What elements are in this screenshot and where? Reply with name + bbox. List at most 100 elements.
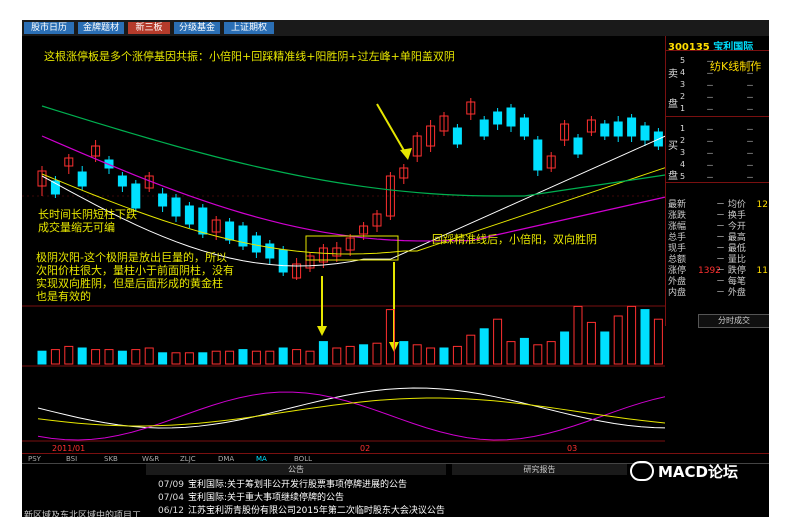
stat-cell: 12 — [756, 200, 768, 210]
volume-bar-up — [493, 318, 503, 365]
tab-calendar[interactable]: 股市日历 — [24, 22, 74, 34]
candle-down — [171, 197, 181, 217]
volume-bar-down — [479, 328, 489, 365]
stat-cell: 总手 — [668, 233, 687, 243]
candle-down — [158, 193, 168, 207]
candle-down — [278, 249, 288, 273]
orderbook-value: － — [706, 81, 714, 90]
candle-down — [533, 139, 543, 171]
orderbook-level: 2 — [680, 92, 686, 101]
orderbook-value: － — [746, 137, 754, 146]
volume-bar-up — [506, 341, 516, 365]
volume-bar-up — [64, 345, 74, 365]
date-label: 03 — [567, 444, 577, 453]
tab-theme[interactable]: 金牌题材 — [78, 22, 124, 34]
news-item[interactable]: 07/04 宝利国际:关于重大事项继续停牌的公告 — [158, 490, 344, 503]
candle-down — [479, 119, 489, 137]
candle-down — [77, 171, 87, 187]
stat-cell: － 最高 — [716, 233, 746, 243]
annotation-note2-line2: 次阳价柱很大，量柱小于前面阴柱，没有 — [36, 264, 234, 277]
volume-bar-up — [50, 349, 60, 365]
volume-bar-down — [117, 350, 127, 365]
volume-bar-up — [211, 350, 221, 365]
orderbook-value: － — [706, 57, 714, 66]
buy-label: 买盘 — [668, 141, 678, 182]
macd-line — [37, 391, 665, 441]
candle-down — [493, 111, 503, 125]
news-header-announcements[interactable]: 公告 — [146, 464, 446, 475]
stat-cell: － 换手 — [716, 211, 746, 221]
candle-down — [573, 137, 583, 155]
tab-options[interactable]: 上证期权 — [224, 22, 274, 34]
arrow-head — [400, 148, 412, 160]
news-header-research[interactable]: 研究报告 — [452, 464, 627, 475]
stat-cell: － 最低 — [716, 244, 746, 254]
quote-panel: 300135 宝利国际 纺K线制作 卖盘 5 －－ 4 －－ 3 －－ 2 －－ 1 －－ 1 －－ 2… — [665, 36, 769, 328]
volume-bar-down — [519, 337, 529, 365]
orderbook-level: 4 — [680, 68, 686, 77]
orderbook-value: － — [706, 161, 714, 170]
volume-bar-down — [399, 341, 409, 365]
orderbook-value: － — [746, 149, 754, 158]
volume-bar-down — [359, 344, 369, 365]
orderbook-level: 1 — [680, 124, 686, 133]
orderbook-value: － — [746, 93, 754, 102]
annotation-arrow — [376, 103, 407, 155]
volume-bar-up — [144, 347, 154, 365]
volume-bar-up — [533, 344, 543, 365]
stat-cell: 内盘 — [668, 288, 687, 298]
volume-bar-up — [292, 349, 302, 365]
stat-cell: 涨停 — [668, 266, 687, 276]
orderbook-level: 3 — [680, 148, 686, 157]
tab-new-third-board[interactable]: 新三板 — [128, 22, 170, 34]
candle-down — [265, 243, 275, 259]
candle-down — [131, 183, 141, 209]
candle-down — [519, 117, 529, 137]
volume-bar-up — [372, 342, 382, 365]
volume-bar-down — [560, 331, 570, 365]
orderbook-value: － — [746, 69, 754, 78]
volume-bar-down — [318, 341, 328, 365]
candle-down — [613, 121, 623, 137]
volume-bar-up — [91, 349, 101, 365]
volume-bar-up — [225, 350, 235, 365]
annotation-note3: 回踩精准线后，小倍阳，双向胜阴 — [432, 233, 597, 246]
left-news-item[interactable]: 新区域及东北区域中的项目工 — [24, 508, 141, 517]
volume-bar-up — [653, 318, 663, 365]
stat-cell: 现手 — [668, 244, 687, 254]
candle-down — [198, 207, 208, 235]
quote-stats: 最新 － 均价 12 涨跌 － 换手 涨幅 － 今开 总手 － 最高 现手 － 最低 总额 － 量比 涨停… — [668, 200, 768, 299]
candle-down — [600, 123, 610, 137]
divider — [666, 50, 769, 51]
annotation-note1-line1: 长时间长阴短柱下跌 — [38, 208, 137, 221]
news-item[interactable]: 07/09 宝利国际:关于筹划非公开发行股票事项停牌进展的公告 — [158, 477, 407, 490]
volume-bar-down — [37, 350, 47, 365]
volume-bar-up — [452, 345, 462, 365]
stat-row: 内盘 － 外盘 — [668, 288, 768, 299]
tab-graded-fund[interactable]: 分级基金 — [174, 22, 220, 34]
orderbook-value: － — [746, 105, 754, 114]
time-sales-button[interactable]: 分时成交 — [698, 314, 769, 328]
stock-code: 300135 — [668, 42, 710, 53]
candle-down — [627, 117, 637, 137]
volume-bar-down — [238, 349, 248, 365]
volume-bar-up — [184, 352, 194, 365]
stat-row: 涨停 1392 － 跌停 11 — [668, 266, 768, 277]
orderbook-value: － — [746, 125, 754, 134]
orderbook-value: － — [706, 149, 714, 158]
orderbook-level: 5 — [680, 56, 686, 65]
stat-row: 最新 － 均价 12 — [668, 200, 768, 211]
volume-bar-up — [627, 305, 637, 365]
orderbook-value: － — [706, 125, 714, 134]
volume-bar-up — [265, 350, 275, 365]
orderbook-level: 1 — [680, 104, 686, 113]
arrow-head — [317, 326, 327, 336]
stat-cell: － 今开 — [716, 222, 746, 232]
stat-cell: － 每笔 — [716, 277, 746, 287]
volume-bar-up — [426, 347, 436, 365]
date-label: 2011/01 — [52, 444, 85, 453]
divider — [666, 182, 769, 183]
volume-bar-down — [77, 347, 87, 365]
volume-bar-up — [546, 341, 556, 365]
news-item[interactable]: 06/12 江苏宝利沥青股份有限公司2015年第二次临时股东大会决议公告 — [158, 503, 445, 516]
